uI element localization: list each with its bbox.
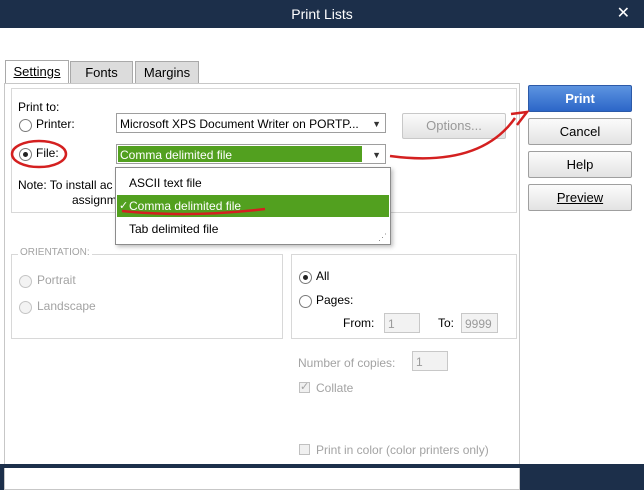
annotation-circle	[10, 139, 68, 169]
print-lists-dialog: Settings Fonts Margins Print to: Printer…	[0, 28, 644, 490]
window-bottom-border	[0, 464, 644, 468]
annotation-arrow-line	[389, 117, 517, 160]
annotation-underline	[121, 207, 266, 216]
red-annotation-overlay	[10, 110, 530, 216]
window-title: Print Lists	[291, 6, 353, 22]
close-icon[interactable]: ✕	[617, 3, 630, 23]
title-bar: Print Lists ✕	[0, 0, 644, 28]
